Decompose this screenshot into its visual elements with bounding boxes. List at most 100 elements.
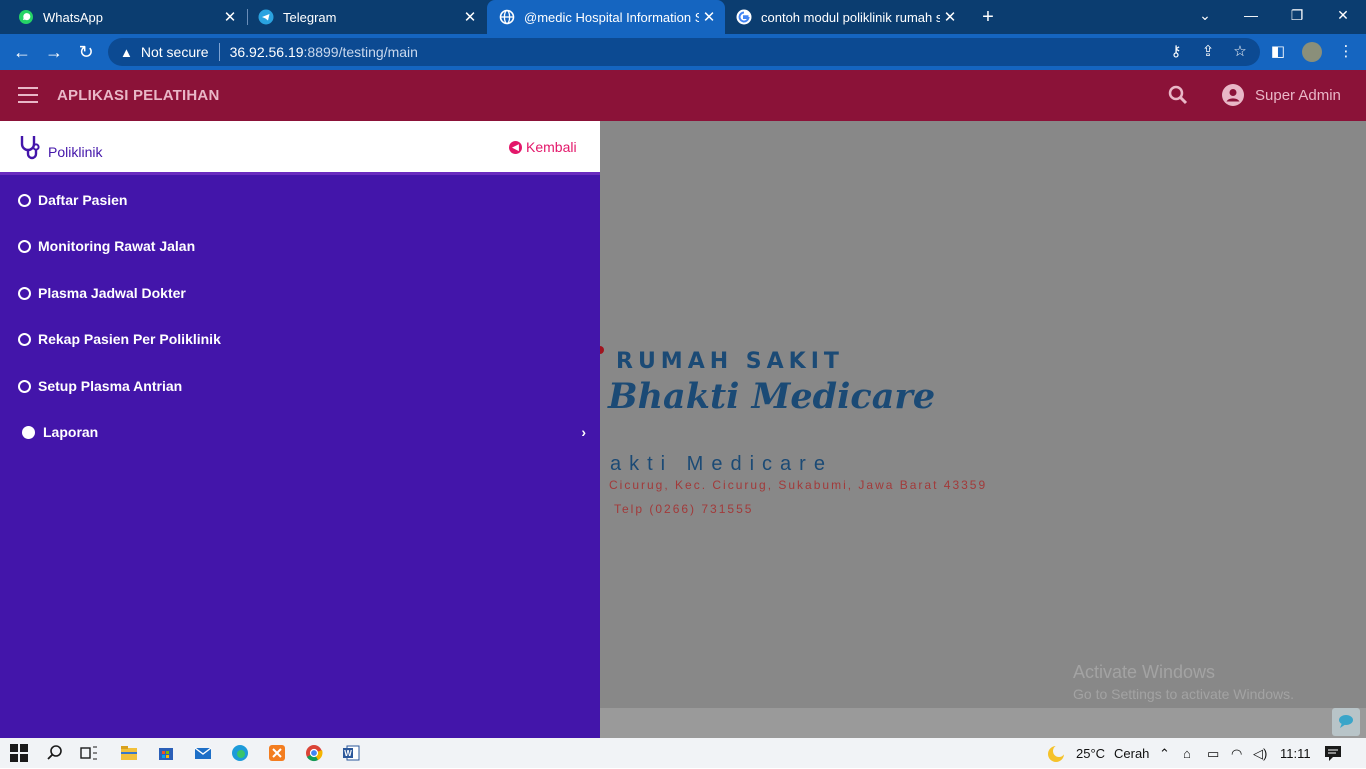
browser-tab-strip: WhatsApp ✕ Telegram ✕ @medic Hospital In… xyxy=(0,0,1366,34)
hospital-name: akti Medicare xyxy=(610,453,833,475)
minimize-icon[interactable]: — xyxy=(1228,0,1274,30)
logo-mark xyxy=(600,346,604,354)
sidebar-item-label: Setup Plasma Antrian xyxy=(38,378,183,394)
word-icon[interactable]: W xyxy=(342,744,360,762)
sidebar-item-daftar-pasien[interactable]: Daftar Pasien xyxy=(0,178,600,222)
globe-icon xyxy=(499,9,515,25)
circle-outline-icon xyxy=(18,286,31,300)
tab-title: Telegram xyxy=(283,9,337,25)
edge-icon[interactable] xyxy=(231,744,249,762)
sidebar-title: Poliklinik xyxy=(48,144,103,160)
tab-title: contoh modul poliklinik rumah sa xyxy=(761,9,940,25)
sidebar-item-label: Daftar Pasien xyxy=(38,192,128,208)
xampp-icon[interactable] xyxy=(268,744,286,762)
weather-temp[interactable]: 25°C xyxy=(1076,746,1105,761)
url-host[interactable]: 36.92.56.19 xyxy=(230,44,304,60)
app-title: APLIKASI PELATIHAN xyxy=(57,87,220,104)
tab-telegram[interactable]: Telegram ✕ xyxy=(240,0,486,34)
meet-icon[interactable]: ⌂ xyxy=(1183,746,1191,761)
key-icon[interactable]: ⚷ xyxy=(1166,42,1186,62)
stethoscope-icon xyxy=(18,133,44,161)
sidebar: Poliklinik ◀ Kembali Daftar Pasien Monit… xyxy=(0,121,600,738)
activate-windows-subtitle: Go to Settings to activate Windows. xyxy=(1073,686,1294,702)
google-icon xyxy=(736,9,752,25)
battery-icon[interactable]: ▭ xyxy=(1207,746,1219,762)
hamburger-menu-icon[interactable] xyxy=(18,87,38,103)
weather-moon-icon[interactable] xyxy=(1046,744,1065,762)
chevron-up-icon[interactable]: ⌃ xyxy=(1159,746,1170,762)
hospital-phone: Telp (0266) 731555 xyxy=(614,502,754,516)
svg-text:W: W xyxy=(344,749,352,758)
sidebar-item-setup-plasma-antrian[interactable]: Setup Plasma Antrian xyxy=(0,364,600,408)
tab-google[interactable]: contoh modul poliklinik rumah sa ✕ xyxy=(726,0,966,34)
circle-filled-icon xyxy=(22,425,35,439)
sidebar-item-label: Monitoring Rawat Jalan xyxy=(38,238,196,254)
side-panel-icon[interactable]: ◧ xyxy=(1268,42,1288,62)
chrome-icon[interactable] xyxy=(305,744,323,762)
mail-icon[interactable] xyxy=(194,744,212,762)
chat-bubble-icon xyxy=(1339,715,1353,728)
footer-bar xyxy=(600,708,1366,738)
sidebar-header: Poliklinik ◀ Kembali xyxy=(0,121,600,175)
back-label: Kembali xyxy=(526,139,577,155)
menu-dots-icon[interactable]: ⋮ xyxy=(1336,42,1356,62)
file-explorer-icon[interactable] xyxy=(120,744,138,762)
chat-button[interactable] xyxy=(1332,708,1360,736)
tab-title: WhatsApp xyxy=(43,9,103,25)
sidebar-item-label: Plasma Jadwal Dokter xyxy=(38,285,186,301)
weather-desc[interactable]: Cerah xyxy=(1114,746,1149,761)
sidebar-item-label: Laporan xyxy=(43,424,99,440)
close-icon[interactable]: ✕ xyxy=(460,8,480,26)
search-icon[interactable] xyxy=(46,744,64,762)
account-circle-icon[interactable] xyxy=(1222,84,1244,106)
forward-arrow-icon[interactable]: → xyxy=(42,40,66,64)
volume-icon[interactable]: ◁) xyxy=(1253,746,1267,762)
wifi-icon[interactable]: ◠ xyxy=(1231,746,1242,762)
windows-taskbar: W 25°C Cerah ⌃ ⌂ ▭ ◠ ◁) 11:11 xyxy=(0,738,1366,768)
sidebar-item-rekap-pasien[interactable]: Rekap Pasien Per Poliklinik xyxy=(0,317,600,361)
tab-whatsapp[interactable]: WhatsApp ✕ xyxy=(0,0,246,34)
logo-line1: RUMAH SAKIT xyxy=(616,349,844,374)
sidebar-item-label: Rekap Pasien Per Poliklinik xyxy=(38,331,221,347)
address-bar[interactable]: ▲ Not secure 36.92.56.19 :8899/testing/m… xyxy=(108,38,1260,66)
back-button[interactable]: ◀ Kembali xyxy=(509,139,577,155)
tab-medic[interactable]: @medic Hospital Information Sys ✕ xyxy=(487,0,725,34)
back-arrow-icon[interactable]: ← xyxy=(10,40,34,64)
url-path[interactable]: :8899/testing/main xyxy=(304,44,418,60)
tab-search-icon[interactable]: ⌄ xyxy=(1182,0,1228,30)
sidebar-item-laporan[interactable]: Laporan › xyxy=(0,410,600,454)
store-icon[interactable] xyxy=(157,744,175,762)
arrow-left-circle-icon: ◀ xyxy=(509,140,522,154)
warning-icon[interactable]: ▲ xyxy=(120,45,133,60)
sidebar-item-plasma-jadwal-dokter[interactable]: Plasma Jadwal Dokter xyxy=(0,271,600,315)
reload-icon[interactable]: ↻ xyxy=(74,40,98,64)
share-icon[interactable]: ⇪ xyxy=(1198,42,1218,62)
hospital-address: Cicurug, Kec. Cicurug, Sukabumi, Jawa Ba… xyxy=(609,478,988,492)
restore-icon[interactable]: ❐ xyxy=(1274,0,1320,30)
circle-outline-icon xyxy=(18,379,31,393)
profile-avatar-icon[interactable] xyxy=(1302,42,1322,62)
sidebar-item-monitoring-rawat-jalan[interactable]: Monitoring Rawat Jalan xyxy=(0,224,600,268)
close-icon[interactable]: ✕ xyxy=(940,8,960,26)
task-view-icon[interactable] xyxy=(80,744,98,762)
close-icon[interactable]: ✕ xyxy=(220,8,240,26)
user-name[interactable]: Super Admin xyxy=(1255,87,1341,104)
app-header: APLIKASI PELATIHAN Super Admin xyxy=(0,70,1366,121)
tab-title: @medic Hospital Information Sys xyxy=(524,9,699,25)
activate-windows-title: Activate Windows xyxy=(1073,662,1216,682)
whatsapp-icon xyxy=(18,9,34,25)
notification-icon[interactable] xyxy=(1324,744,1342,762)
logo-line2: Bhakti Medicare xyxy=(608,376,936,417)
close-icon[interactable]: ✕ xyxy=(699,8,719,26)
circle-outline-icon xyxy=(18,332,31,346)
main-content: RUMAH SAKIT Bhakti Medicare akti Medicar… xyxy=(600,121,1366,708)
clock-time[interactable]: 11:11 xyxy=(1280,746,1311,761)
windows-start-icon[interactable] xyxy=(10,744,28,762)
search-icon[interactable] xyxy=(1167,84,1189,106)
circle-outline-icon xyxy=(18,239,31,253)
chevron-right-icon: › xyxy=(581,424,586,440)
new-tab-button[interactable]: + xyxy=(976,4,1000,30)
star-icon[interactable]: ☆ xyxy=(1230,42,1250,62)
close-window-icon[interactable]: ✕ xyxy=(1320,0,1366,30)
security-label[interactable]: Not secure xyxy=(141,44,209,60)
